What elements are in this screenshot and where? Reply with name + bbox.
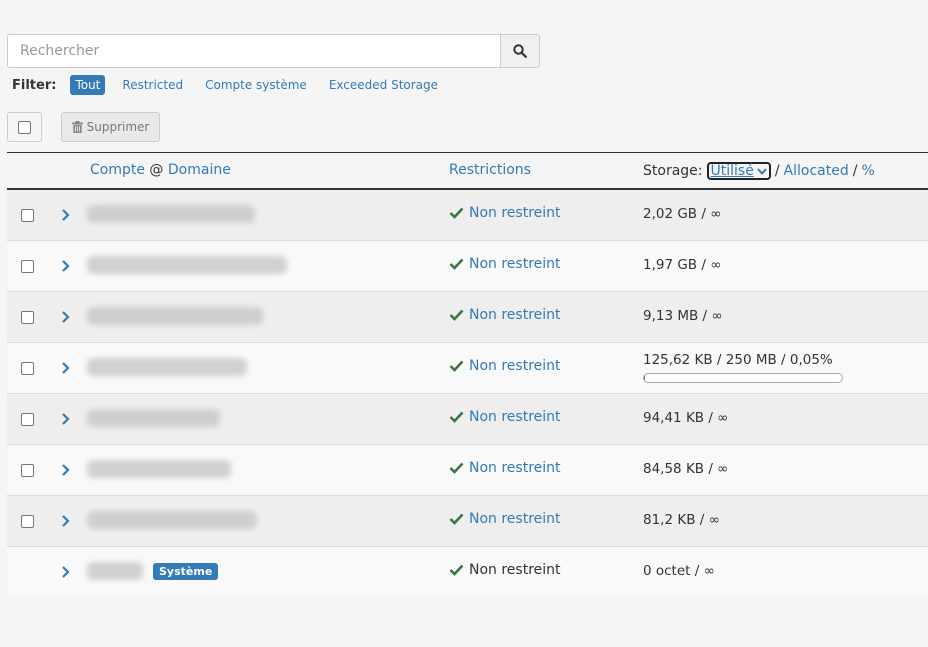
restriction-link[interactable]: Non restreint [469, 511, 561, 527]
chevron-right-icon[interactable] [60, 461, 72, 479]
check-icon [449, 207, 464, 219]
row-checkbox[interactable] [21, 311, 34, 324]
filter-system-account[interactable]: Compte système [200, 75, 312, 95]
account-name-redacted[interactable] [87, 562, 143, 580]
search-bar [7, 34, 540, 68]
table-row: Non restreint 1,97 GB / ∞ [7, 241, 928, 292]
sort-account-link[interactable]: Compte [90, 162, 145, 178]
account-email-redacted[interactable] [87, 307, 263, 325]
table-header: Compte @ Domaine Restrictions Storage: U… [7, 152, 928, 190]
filter-exceeded-storage[interactable]: Exceeded Storage [324, 75, 443, 95]
slash-separator: / [774, 163, 780, 179]
chevron-down-icon [757, 167, 767, 175]
account-email-redacted[interactable] [87, 460, 231, 478]
table-row: Système Non restreint 0 octet / ∞ [7, 547, 928, 598]
table-row: Non restreint 84,58 KB / ∞ [7, 445, 928, 496]
check-icon [449, 411, 464, 423]
restriction-link[interactable]: Non restreint [469, 307, 561, 323]
restriction-link[interactable]: Non restreint [469, 409, 561, 425]
sort-restrictions-link[interactable]: Restrictions [449, 162, 531, 178]
restriction-text: Non restreint [469, 562, 561, 578]
restriction-status: Non restreint [449, 562, 561, 578]
account-domain-header: Compte @ Domaine [90, 162, 231, 178]
chevron-right-icon[interactable] [60, 206, 72, 224]
check-icon [449, 564, 464, 576]
select-all-checkbox[interactable] [18, 120, 31, 134]
storage-value: 1,97 GB / ∞ [643, 257, 722, 273]
select-all-checkbox-wrap[interactable] [7, 112, 42, 142]
chevron-right-icon[interactable] [60, 359, 72, 377]
restriction-link[interactable]: Non restreint [469, 256, 561, 272]
restriction-status: Non restreint [449, 460, 561, 476]
delete-button[interactable]: Supprimer [61, 112, 160, 142]
storage-progress-bar [643, 373, 843, 383]
restriction-status: Non restreint [449, 256, 561, 272]
storage-value: 84,58 KB / ∞ [643, 461, 729, 477]
check-icon [449, 258, 464, 270]
row-checkbox[interactable] [21, 464, 34, 477]
restriction-link[interactable]: Non restreint [469, 358, 561, 374]
chevron-right-icon[interactable] [60, 257, 72, 275]
at-separator: @ [149, 162, 164, 178]
restriction-status: Non restreint [449, 205, 561, 221]
restriction-status: Non restreint [449, 358, 561, 374]
sort-allocated-link[interactable]: Allocated [784, 163, 849, 179]
chevron-right-icon[interactable] [60, 308, 72, 326]
storage-select-value: Utilisé [710, 163, 754, 179]
account-email-redacted[interactable] [87, 511, 257, 529]
table-row: Non restreint 81,2 KB / ∞ [7, 496, 928, 547]
restriction-status: Non restreint [449, 511, 561, 527]
storage-value: 9,13 MB / ∞ [643, 308, 723, 324]
restriction-link[interactable]: Non restreint [469, 460, 561, 476]
filter-all[interactable]: Tout [70, 75, 106, 95]
chevron-right-icon[interactable] [60, 512, 72, 530]
storage-value: 94,41 KB / ∞ [643, 410, 729, 426]
trash-icon [71, 121, 83, 133]
storage-label: Storage: [643, 163, 703, 179]
storage-value: 81,2 KB / ∞ [643, 512, 720, 528]
account-email-redacted[interactable] [87, 205, 255, 223]
system-badge: Système [153, 563, 219, 580]
accounts-table: Compte @ Domaine Restrictions Storage: U… [7, 152, 928, 598]
check-icon [449, 462, 464, 474]
slash-separator: / [852, 163, 858, 179]
chevron-right-icon[interactable] [60, 563, 72, 581]
row-checkbox[interactable] [21, 362, 34, 375]
storage-value: 0 octet / ∞ [643, 563, 715, 579]
chevron-right-icon[interactable] [60, 410, 72, 428]
account-email-redacted[interactable] [87, 358, 247, 376]
search-input[interactable] [7, 34, 500, 68]
delete-label: Supprimer [86, 120, 150, 134]
filter-label: Filter: [12, 77, 57, 93]
restriction-status: Non restreint [449, 307, 561, 323]
restriction-link[interactable]: Non restreint [469, 205, 561, 221]
table-row: Non restreint 94,41 KB / ∞ [7, 394, 928, 445]
table-row: Non restreint 2,02 GB / ∞ [7, 190, 928, 241]
table-row: Non restreint 125,62 KB / 250 MB / 0,05% [7, 343, 928, 394]
search-icon [513, 44, 527, 58]
row-checkbox[interactable] [21, 209, 34, 222]
row-checkbox[interactable] [21, 515, 34, 528]
account-email-redacted[interactable] [87, 409, 220, 427]
row-checkbox[interactable] [21, 413, 34, 426]
restriction-status: Non restreint [449, 409, 561, 425]
account-email-redacted[interactable] [87, 256, 287, 274]
storage-header: Storage: Utilisé / Allocated / % [643, 162, 875, 180]
check-icon [449, 513, 464, 525]
row-checkbox[interactable] [21, 260, 34, 273]
filter-restricted[interactable]: Restricted [117, 75, 188, 95]
sort-domain-link[interactable]: Domaine [168, 162, 231, 178]
search-button[interactable] [500, 34, 540, 68]
storage-sort-select[interactable]: Utilisé [706, 162, 771, 180]
check-icon [449, 360, 464, 372]
table-row: Non restreint 9,13 MB / ∞ [7, 292, 928, 343]
check-icon [449, 309, 464, 321]
sort-percent-link[interactable]: % [861, 163, 874, 179]
filter-bar: Filter: Tout Restricted Compte système E… [12, 74, 455, 96]
storage-value: 125,62 KB / 250 MB / 0,05% [643, 352, 833, 368]
storage-value: 2,02 GB / ∞ [643, 206, 722, 222]
toolbar: Supprimer [7, 112, 160, 142]
